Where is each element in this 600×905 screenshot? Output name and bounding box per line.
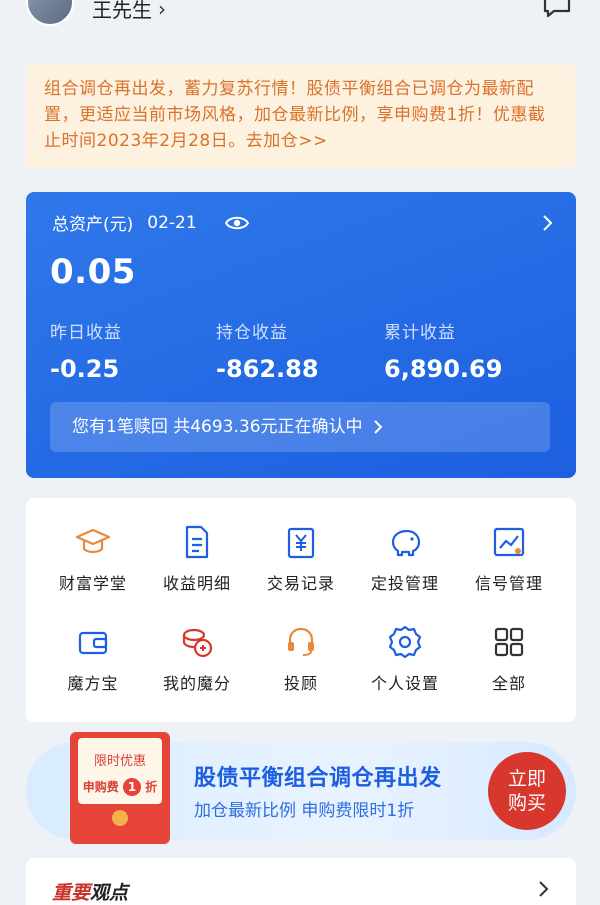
cumulative-income-label: 累计收益: [384, 323, 456, 343]
total-asset-label: 总资产(元): [52, 215, 134, 235]
function-grid: 财富学堂 收益明细 交易记录 定投管理 信号管理 魔方宝 我的魔分 投顾 个人设…: [26, 498, 576, 722]
grid-item-label: 投顾: [283, 674, 318, 693]
promo-subtitle: 加仓最新比例 申购费限时1折: [194, 801, 415, 821]
notice-banner[interactable]: 组合调仓再出发，蓄力复苏行情！股债平衡组合已调仓为最新配置，更适应当前市场风格，…: [26, 64, 576, 168]
asset-date: 02-21: [147, 212, 197, 233]
yesterday-income: 昨日收益 -0.25: [50, 318, 122, 383]
grid-item-label: 定投管理: [370, 574, 439, 593]
promo-title: 股债平衡组合调仓再出发: [194, 766, 442, 791]
promo-fee-suffix: 折: [145, 780, 158, 794]
document-icon: [185, 525, 209, 559]
chevron-right-icon[interactable]: [538, 880, 550, 898]
grid-item-signal-manage[interactable]: 信号管理: [457, 524, 561, 594]
notice-text: 组合调仓再出发，蓄力复苏行情！股债平衡组合已调仓为最新配置，更适应当前市场风格，…: [44, 79, 546, 151]
yesterday-income-value: -0.25: [50, 355, 120, 383]
buy-now-line1: 立即: [507, 768, 546, 790]
chevron-right-icon[interactable]: [542, 214, 554, 232]
grid-item-label: 全部: [491, 674, 526, 693]
grid-item-label: 信号管理: [474, 574, 543, 593]
grid-item-label: 我的魔分: [162, 674, 231, 693]
redeem-text: 您有1笔赎回 共4693.36元正在确认中: [72, 417, 363, 437]
graduation-cap-icon: [75, 528, 111, 554]
promo-tag: 限时优惠: [93, 754, 146, 769]
holding-income: 持仓收益 -862.88: [216, 318, 319, 383]
redeem-status-bar[interactable]: 您有1笔赎回 共4693.36元正在确认中: [50, 402, 550, 452]
grid-icon: [494, 627, 524, 657]
coin-icon: [112, 810, 128, 826]
grid-item-trade-record[interactable]: 交易记录: [249, 524, 353, 594]
cumulative-income-value: 6,890.69: [384, 355, 503, 383]
coins-icon: [182, 628, 213, 658]
grid-item-label: 财富学堂: [58, 574, 127, 593]
username-text: 王先生: [92, 0, 152, 22]
key-views-title-part2: 观点: [90, 882, 129, 904]
red-envelope-icon: 限时优惠 申购费 1 折: [70, 732, 170, 844]
key-views-title-part1: 重要: [52, 882, 91, 904]
wallet-icon: [78, 631, 108, 655]
grid-item-label: 个人设置: [370, 674, 439, 693]
yuan-record-icon: [287, 527, 315, 559]
chevron-right-icon: [373, 420, 382, 434]
piggy-bank-icon: [391, 529, 421, 557]
holding-income-value: -862.88: [216, 355, 319, 383]
grid-item-settings[interactable]: 个人设置: [353, 624, 457, 694]
grid-item-mofang-bao[interactable]: 魔方宝: [41, 624, 145, 694]
promo-fee-prefix: 申购费: [82, 780, 119, 794]
header: 王先生 ›: [0, 0, 600, 40]
yesterday-income-label: 昨日收益: [50, 323, 122, 343]
buy-now-line2: 购买: [507, 792, 546, 814]
grid-item-all[interactable]: 全部: [457, 624, 561, 694]
holding-income-label: 持仓收益: [216, 323, 288, 343]
total-asset-value: 0.05: [50, 252, 136, 292]
grid-item-income-detail[interactable]: 收益明细: [145, 524, 249, 594]
grid-item-label: 交易记录: [266, 574, 335, 593]
username-link[interactable]: 王先生 ›: [92, 0, 166, 23]
asset-card[interactable]: 总资产(元) 02-21 0.05 昨日收益 -0.25 持仓收益 -862.8…: [26, 192, 576, 478]
headset-icon: [288, 627, 314, 656]
grid-item-label: 收益明细: [162, 574, 231, 593]
promo-fee-num: 1: [123, 778, 141, 796]
promo-fee: 申购费 1 折: [78, 778, 162, 796]
eye-icon[interactable]: [224, 215, 249, 231]
message-icon[interactable]: [542, 0, 572, 18]
chevron-right-icon: ›: [158, 0, 166, 21]
chart-signal-icon: [493, 527, 525, 557]
grid-item-advisor[interactable]: 投顾: [249, 624, 353, 694]
grid-item-wealth-school[interactable]: 财富学堂: [41, 524, 145, 594]
cumulative-income: 累计收益 6,890.69: [384, 318, 502, 383]
grid-item-fixed-invest[interactable]: 定投管理: [353, 524, 457, 594]
grid-item-label: 魔方宝: [67, 674, 119, 693]
key-views-section[interactable]: 重要观点: [26, 858, 576, 905]
buy-now-button[interactable]: 立即 购买: [488, 752, 566, 830]
gear-icon: [388, 625, 422, 659]
asset-label-row: 总资产(元) 02-21: [52, 210, 249, 235]
envelope-flap: 限时优惠 申购费 1 折: [78, 738, 162, 804]
avatar[interactable]: [26, 0, 74, 26]
promo-banner[interactable]: 限时优惠 申购费 1 折 股债平衡组合调仓再出发 加仓最新比例 申购费限时1折 …: [26, 732, 576, 844]
grid-item-my-points[interactable]: 我的魔分: [145, 624, 249, 694]
key-views-title: 重要观点: [52, 878, 128, 905]
